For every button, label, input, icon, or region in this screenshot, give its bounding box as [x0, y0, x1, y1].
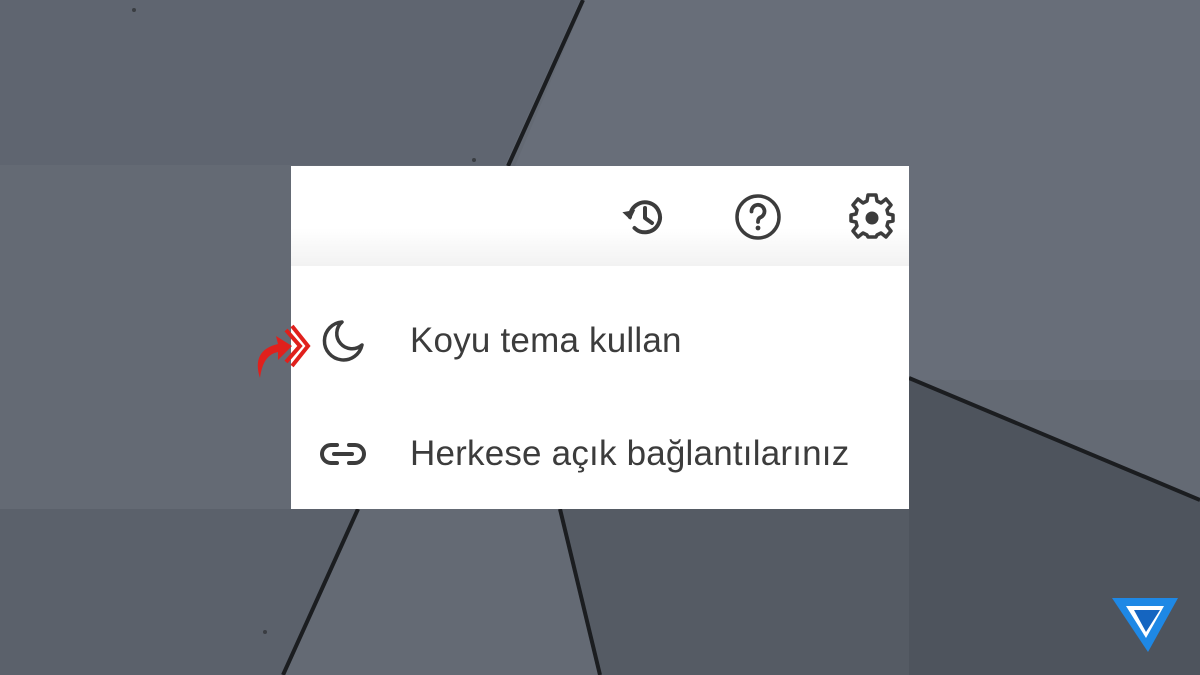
moon-icon [315, 313, 371, 369]
help-icon[interactable] [733, 192, 783, 242]
brand-logo-icon [1112, 598, 1178, 652]
toolbar [291, 166, 909, 266]
history-icon[interactable] [618, 192, 668, 242]
menu-item-label: Koyu tema kullan [410, 321, 682, 360]
link-icon [315, 426, 371, 482]
menu-panel: Koyu tema kullan Herkese açık bağlantıla… [291, 166, 909, 509]
menu-item-public-links[interactable]: Herkese açık bağlantılarınız [291, 409, 909, 499]
menu-item-dark-theme[interactable]: Koyu tema kullan [291, 296, 909, 386]
menu-item-label: Herkese açık bağlantılarınız [410, 434, 850, 473]
settings-icon[interactable] [847, 192, 897, 242]
pointer-arrow-icon [257, 324, 311, 378]
